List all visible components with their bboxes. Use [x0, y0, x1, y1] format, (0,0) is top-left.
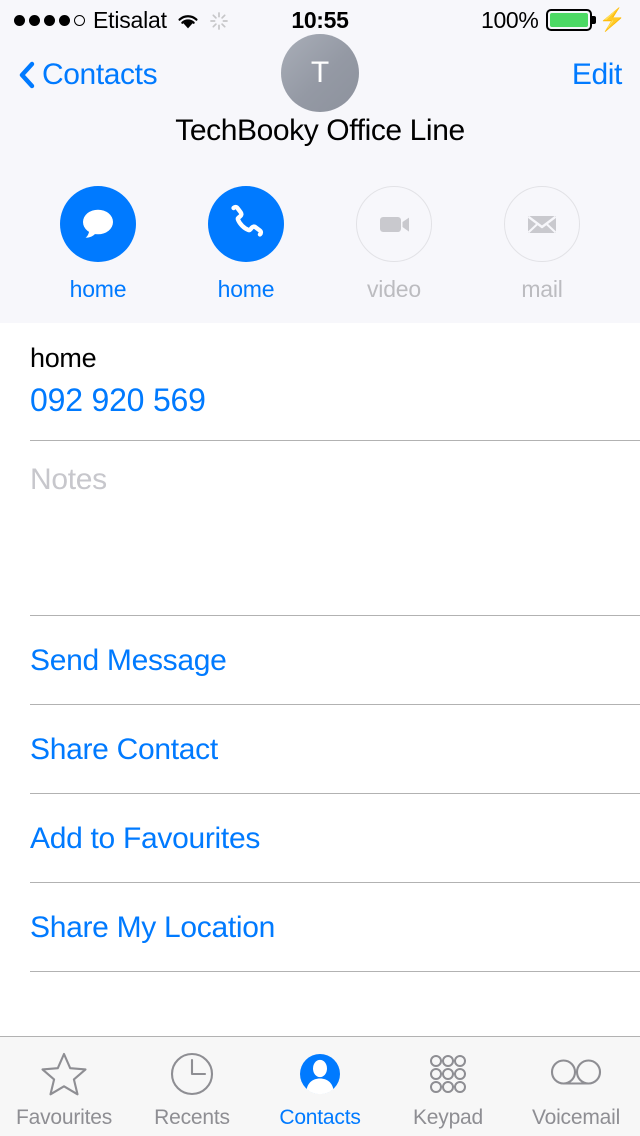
video-action-label: video: [367, 276, 421, 302]
contact-name: TechBooky Office Line: [175, 114, 465, 147]
send-message-button[interactable]: Send Message: [0, 616, 640, 705]
star-icon: [39, 1049, 89, 1099]
video-camera-icon: [356, 186, 432, 262]
share-my-location-label: Share My Location: [30, 910, 276, 944]
contact-details-list: home 092 920 569 Notes Send Message Shar…: [0, 323, 640, 1036]
contact-header: Contacts T Edit TechBooky Office Line ho…: [0, 34, 640, 323]
chevron-left-icon: [18, 60, 36, 90]
phone-number-row[interactable]: home 092 920 569: [0, 323, 640, 441]
avatar[interactable]: T: [281, 34, 359, 112]
message-action-button[interactable]: home: [24, 186, 172, 303]
phone-label: home: [30, 343, 97, 373]
tab-voicemail[interactable]: Voicemail: [512, 1049, 640, 1130]
mail-action-label: mail: [521, 276, 563, 302]
keypad-dots-icon: [423, 1049, 473, 1099]
battery-percent-label: 100%: [480, 6, 539, 33]
tab-recents-label: Recents: [154, 1106, 230, 1129]
add-to-favourites-label: Add to Favourites: [30, 821, 261, 855]
notes-placeholder: Notes: [30, 463, 107, 496]
tab-bar: Favourites Recents Contacts Keypad Voice…: [0, 1036, 640, 1136]
notes-row[interactable]: Notes: [0, 441, 640, 616]
voicemail-icon: [548, 1049, 604, 1099]
charging-bolt-icon: ⚡: [598, 7, 626, 32]
tab-recents[interactable]: Recents: [128, 1049, 256, 1130]
send-message-label: Send Message: [30, 643, 227, 677]
contact-detail-screen: Etisalat 10:55 100% ⚡ Contacts T Edit Te…: [0, 0, 640, 1136]
phone-number-value[interactable]: 092 920 569: [30, 382, 610, 419]
tab-voicemail-label: Voicemail: [531, 1106, 621, 1129]
tab-keypad[interactable]: Keypad: [384, 1049, 512, 1130]
navigation-bar: Contacts T Edit: [0, 34, 640, 112]
phone-icon: [208, 186, 284, 262]
message-action-label: home: [69, 276, 127, 302]
message-icon: [60, 186, 136, 262]
tab-contacts-label: Contacts: [279, 1106, 361, 1129]
tab-contacts[interactable]: Contacts: [256, 1049, 384, 1130]
video-action-button[interactable]: video: [320, 186, 468, 303]
back-button[interactable]: Contacts: [18, 58, 158, 92]
person-circle-icon: [295, 1049, 345, 1099]
tab-favourites-label: Favourites: [15, 1106, 113, 1129]
add-to-favourites-button[interactable]: Add to Favourites: [0, 794, 640, 883]
back-button-label: Contacts: [42, 58, 158, 91]
share-my-location-button[interactable]: Share My Location: [0, 883, 640, 972]
call-action-label: home: [217, 276, 275, 302]
tab-keypad-label: Keypad: [412, 1106, 484, 1129]
avatar-initial: T: [310, 56, 330, 89]
mail-action-button[interactable]: mail: [468, 186, 616, 303]
clock-icon: [167, 1049, 217, 1099]
quick-actions-row: home home video mail: [0, 148, 640, 323]
call-action-button[interactable]: home: [172, 186, 320, 303]
mail-envelope-icon: [504, 186, 580, 262]
edit-button[interactable]: Edit: [572, 58, 623, 92]
share-contact-label: Share Contact: [30, 732, 218, 766]
share-contact-button[interactable]: Share Contact: [0, 705, 640, 794]
battery-icon: [545, 9, 592, 31]
tab-favourites[interactable]: Favourites: [0, 1049, 128, 1130]
status-bar-right: 100% ⚡: [481, 7, 626, 34]
